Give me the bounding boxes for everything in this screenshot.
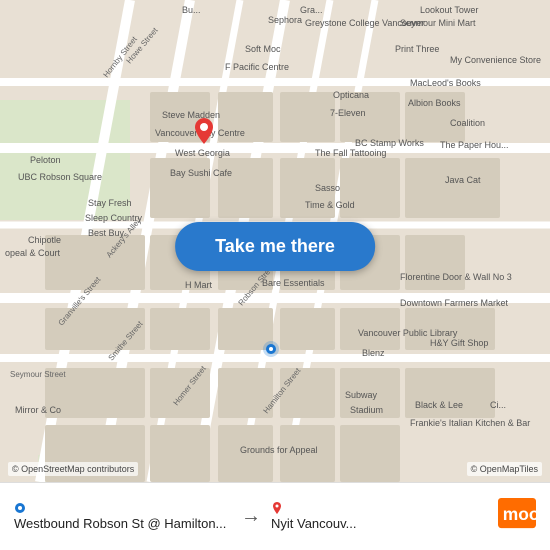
to-section: Nyit Vancouv... [271, 502, 488, 531]
openmaptiles-attribution: © OpenMapTiles [467, 462, 542, 476]
from-label [14, 502, 231, 514]
map-attribution: © OpenStreetMap contributors [8, 462, 138, 476]
from-dot-icon [14, 502, 26, 514]
arrow-icon: → [241, 505, 261, 528]
moovit-logo: moovit [498, 498, 536, 536]
to-value: Nyit Vancouv... [271, 516, 431, 531]
from-value: Westbound Robson St @ Hamilton... [14, 516, 231, 531]
bottom-bar: Westbound Robson St @ Hamilton... → Nyit… [0, 482, 550, 550]
to-label [271, 502, 488, 514]
moovit-logo-icon: moovit [498, 498, 536, 536]
take-me-there-button[interactable]: Take me there [175, 222, 375, 271]
from-section: Westbound Robson St @ Hamilton... [14, 502, 231, 531]
app: Bu... Gra... Lookout Tower Sephora Greys… [0, 0, 550, 550]
to-pin-icon [271, 502, 283, 514]
current-location-dot [262, 340, 280, 358]
osm-attribution: © OpenStreetMap contributors [12, 464, 134, 474]
svg-text:moovit: moovit [503, 504, 536, 524]
from-to-container: Westbound Robson St @ Hamilton... → Nyit… [14, 502, 488, 531]
location-pin [192, 118, 216, 150]
map-container: Bu... Gra... Lookout Tower Sephora Greys… [0, 0, 550, 482]
